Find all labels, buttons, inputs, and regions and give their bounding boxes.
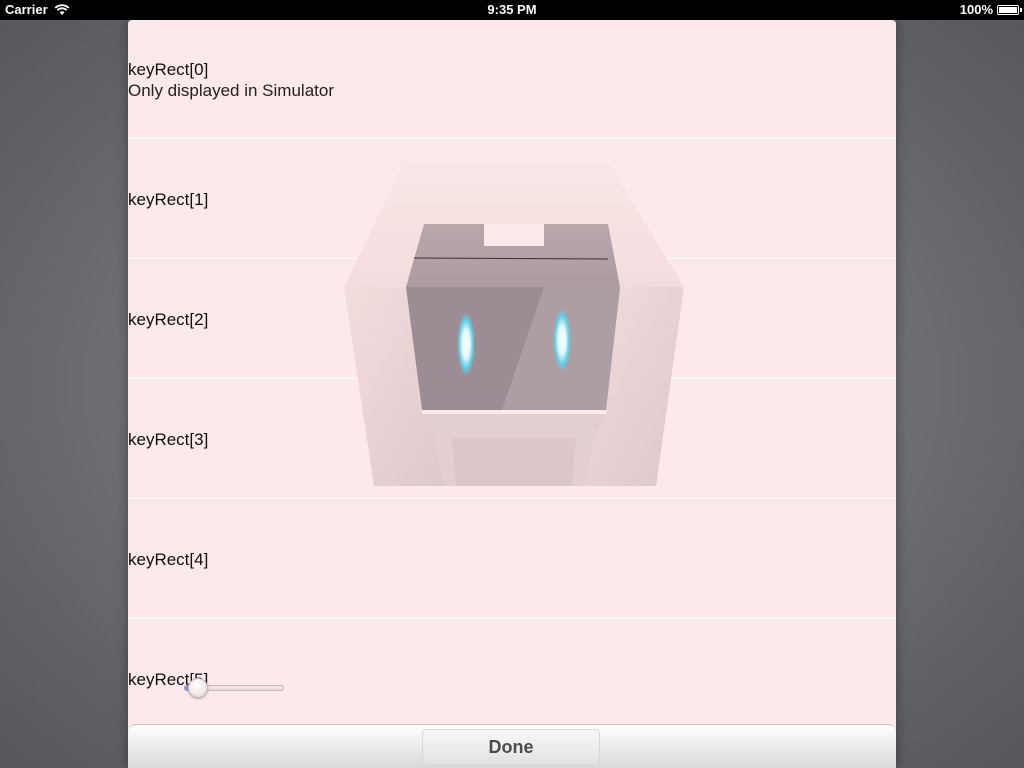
key-rect-label-1: keyRect[1] xyxy=(128,190,209,209)
key-rect-row-2: keyRect[2] xyxy=(128,260,896,379)
status-bar: Carrier 9:35 PM 100% xyxy=(0,0,1024,20)
key-rect-label-0: keyRect[0] xyxy=(128,60,209,79)
key-rect-label-2: keyRect[2] xyxy=(128,310,209,329)
done-button[interactable]: Done xyxy=(422,729,600,765)
key-rect-row-4: keyRect[4] xyxy=(128,500,896,619)
key-rect-row-3: keyRect[3] xyxy=(128,380,896,499)
bottom-toolbar: Done xyxy=(128,724,896,768)
slider-thumb[interactable] xyxy=(188,678,208,698)
key-rect-label-3: keyRect[3] xyxy=(128,430,209,449)
key-rect-row-1: keyRect[1] xyxy=(128,140,896,259)
key-rect-label-4: keyRect[4] xyxy=(128,550,209,569)
battery-group: 100% xyxy=(959,0,1022,20)
simulator-note: Only displayed in Simulator xyxy=(128,81,334,100)
battery-percent: 100% xyxy=(959,2,993,17)
slider[interactable] xyxy=(184,678,284,698)
modal-sheet: keyRect[0] Only displayed in Simulator k… xyxy=(128,20,896,768)
key-rect-row-0: keyRect[0] Only displayed in Simulator xyxy=(128,20,896,139)
status-time: 9:35 PM xyxy=(487,2,537,17)
battery-icon xyxy=(997,5,1022,15)
